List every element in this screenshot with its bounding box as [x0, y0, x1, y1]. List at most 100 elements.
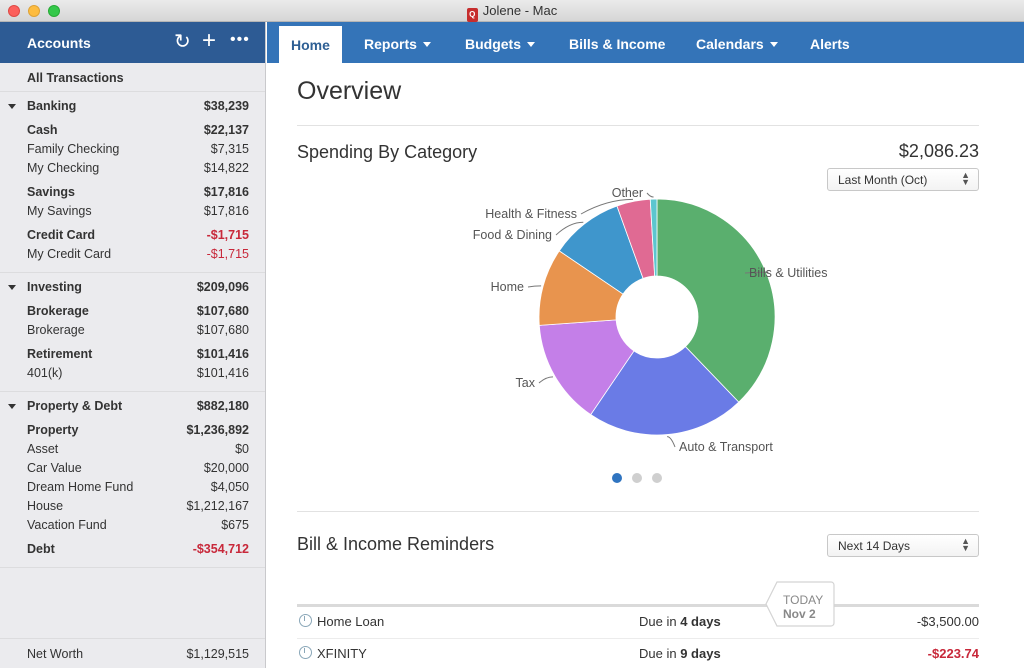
accounts-sidebar: Accounts ↻ + ••• All Transactions Banking…: [0, 22, 266, 668]
account-group[interactable]: Banking $38,239: [0, 97, 265, 116]
quicken-app-icon: Q: [466, 8, 478, 22]
section-value: $1,236,892: [186, 423, 249, 437]
disclosure-triangle-icon[interactable]: [8, 404, 16, 409]
reminder-name[interactable]: XFINITY: [317, 646, 367, 661]
caret-down-icon: [769, 42, 778, 47]
tab-home[interactable]: Home: [279, 26, 342, 63]
net-worth-row: Net Worth $1,129,515: [0, 638, 265, 668]
carousel-dot[interactable]: [632, 473, 642, 483]
account-item[interactable]: House $1,212,167: [0, 497, 265, 516]
account-name: Asset: [27, 442, 59, 456]
reminder-amount: -$3,500.00: [916, 614, 979, 629]
account-section[interactable]: Retirement $101,416: [0, 345, 265, 364]
today-label: TODAY: [783, 593, 824, 607]
account-name: Brokerage: [27, 323, 85, 337]
account-value: $101,416: [196, 366, 249, 380]
account-value: $0: [235, 442, 249, 456]
tab-alerts[interactable]: Alerts: [798, 22, 862, 63]
account-value: $14,822: [203, 161, 249, 175]
account-section[interactable]: Debt -$354,712: [0, 540, 265, 559]
due-prefix: Due in: [639, 646, 681, 661]
account-section[interactable]: Savings $17,816: [0, 183, 265, 202]
account-item[interactable]: My Savings $17,816: [0, 202, 265, 221]
section-name: Property: [27, 423, 79, 437]
donut-svg: Bills & Utilities Auto & Transport Tax Home…: [473, 186, 828, 454]
account-section[interactable]: Brokerage $107,680: [0, 302, 265, 321]
range-select-value: Next 14 Days: [838, 539, 911, 553]
accounts-list: All Transactions Banking $38,239 Cash $22,13…: [0, 63, 265, 568]
reminder-name[interactable]: Home Loan: [317, 614, 384, 629]
due-prefix: Due in: [639, 614, 681, 629]
account-value: $17,816: [203, 204, 249, 218]
account-section[interactable]: Cash $22,137: [0, 121, 265, 140]
due-days: 4 days: [680, 614, 721, 629]
spending-title: Spending By Category: [297, 142, 478, 162]
window-title-text: Jolene - Mac: [482, 3, 558, 18]
overview-page: Overview Spending By Category $2,086.23 …: [267, 63, 1024, 668]
account-item[interactable]: Family Checking $7,315: [0, 140, 265, 159]
account-section[interactable]: Property $1,236,892: [0, 421, 265, 440]
tab-reports[interactable]: Reports: [352, 22, 443, 63]
reminder-row[interactable]: XFINITY Due in 9 days -$223.74: [297, 639, 979, 668]
account-group[interactable]: Property & Debt $882,180: [0, 397, 265, 416]
net-worth-label: Net Worth: [27, 647, 84, 661]
section-name: Debt: [27, 542, 55, 556]
account-item[interactable]: Car Value $20,000: [0, 459, 265, 478]
slice-label: Bills & Utilities: [749, 266, 828, 280]
account-section[interactable]: Credit Card -$1,715: [0, 226, 265, 245]
more-icon[interactable]: •••: [230, 29, 250, 51]
carousel-dot[interactable]: [652, 473, 662, 483]
sidebar-item-all-transactions[interactable]: All Transactions: [0, 63, 265, 91]
group-name: Investing: [27, 280, 82, 294]
window-title: Q Jolene - Mac: [0, 3, 1024, 22]
clock-icon: [299, 614, 312, 627]
slice-label: Tax: [516, 376, 536, 390]
reminder-due: Due in 9 days: [639, 646, 721, 661]
account-item[interactable]: Asset $0: [0, 440, 265, 459]
account-value: $107,680: [196, 323, 249, 337]
account-item[interactable]: Brokerage $107,680: [0, 321, 265, 340]
refresh-icon[interactable]: ↻: [174, 31, 191, 53]
account-name: Dream Home Fund: [27, 480, 134, 494]
disclosure-triangle-icon[interactable]: [8, 104, 16, 109]
section-name: Credit Card: [27, 228, 96, 242]
disclosure-triangle-icon[interactable]: [8, 285, 16, 290]
tab-bills-income[interactable]: Bills & Income: [557, 22, 677, 63]
range-select[interactable]: Next 14 Days ▲ ▼: [827, 534, 979, 557]
slice-label: Other: [612, 186, 643, 200]
account-name: Family Checking: [27, 142, 120, 156]
tab-calendars[interactable]: Calendars: [684, 22, 790, 63]
section-value: -$1,715: [206, 228, 249, 242]
plus-icon[interactable]: +: [202, 29, 216, 53]
section-value: $107,680: [196, 304, 249, 318]
account-name: 401(k): [27, 366, 63, 380]
tab-label: Home: [291, 37, 330, 53]
account-group[interactable]: Investing $209,096: [0, 278, 265, 297]
account-item[interactable]: My Checking $14,822: [0, 159, 265, 178]
group-value: $209,096: [196, 280, 249, 294]
spending-total: $2,086.23: [898, 141, 979, 161]
divider: [0, 567, 265, 568]
group-name: Banking: [27, 99, 77, 113]
select-arrows-icon: ▲ ▼: [961, 170, 970, 187]
account-value: -$1,715: [206, 247, 249, 261]
today-date: Nov 2: [783, 607, 816, 621]
tab-budgets[interactable]: Budgets: [453, 22, 547, 63]
account-item[interactable]: Vacation Fund $675: [0, 516, 265, 535]
account-value: $675: [221, 518, 249, 532]
group-value: $882,180: [196, 399, 249, 413]
account-name: Vacation Fund: [27, 518, 107, 532]
carousel-dot[interactable]: [612, 473, 622, 483]
account-name: Car Value: [27, 461, 82, 475]
account-item[interactable]: Dream Home Fund $4,050: [0, 478, 265, 497]
account-name: My Checking: [27, 161, 100, 175]
section-value: $17,816: [203, 185, 249, 199]
account-item[interactable]: My Credit Card -$1,715: [0, 245, 265, 264]
reminder-row[interactable]: Home Loan Due in 4 days -$3,500.00: [297, 607, 979, 639]
slice-label: Auto & Transport: [679, 440, 773, 454]
tab-label: Bills & Income: [569, 36, 666, 52]
account-item[interactable]: 401(k) $101,416: [0, 364, 265, 383]
leader-line: [646, 192, 654, 198]
